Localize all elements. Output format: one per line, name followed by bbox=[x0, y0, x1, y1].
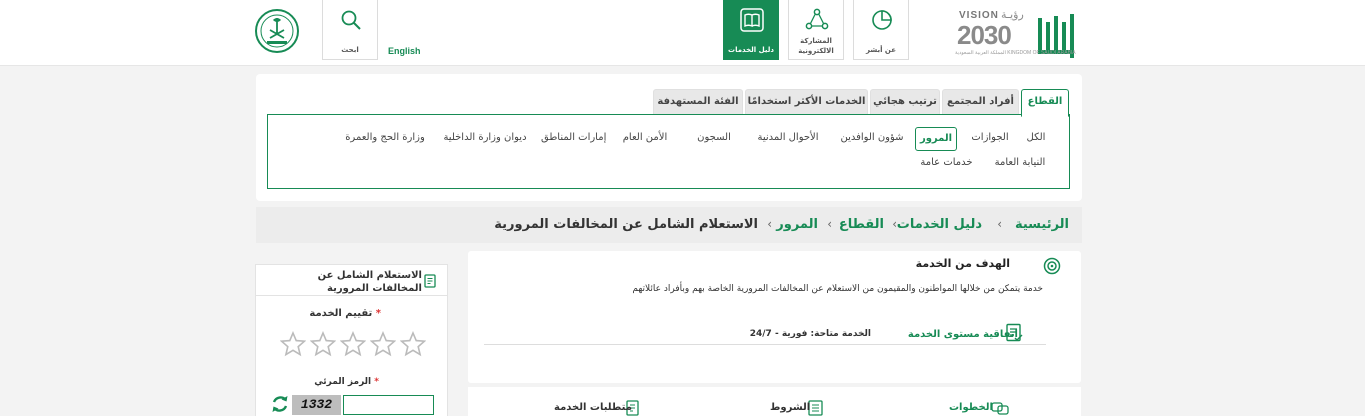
tab-target-group[interactable]: الفئة المستهدفة bbox=[653, 89, 743, 115]
sector-panel: القطاع أفراد المجتمع ترتيب هجائي الخدمات… bbox=[256, 74, 1082, 201]
tile-label: دليل الخدمات bbox=[728, 46, 774, 54]
chip-civil-affairs[interactable]: الأحوال المدنية bbox=[748, 127, 828, 151]
tab-community[interactable]: أفراد المجتمع bbox=[942, 89, 1019, 115]
about-absher-tile[interactable]: عن أبشر bbox=[853, 0, 909, 60]
service-info-card: الهدف من الخدمة خدمة يتمكن من خلالها الم… bbox=[468, 251, 1081, 383]
chip-all[interactable]: الكل bbox=[1021, 127, 1051, 151]
tab-alphabetical[interactable]: ترتيب هجائي bbox=[870, 89, 940, 115]
chip-moi-diwan[interactable]: ديوان وزارة الداخلية bbox=[440, 127, 530, 151]
star-rating bbox=[280, 331, 426, 357]
required-mark: * bbox=[374, 377, 379, 387]
captcha-image: 1332 bbox=[292, 395, 341, 415]
divider bbox=[484, 344, 1046, 345]
tab-sector[interactable]: القطاع bbox=[1021, 89, 1069, 117]
chip-traffic[interactable]: المرور bbox=[915, 127, 957, 151]
service-goal-description: خدمة يتمكن من خلالها المواطنون والمقيمون… bbox=[632, 284, 1043, 294]
star-icon[interactable] bbox=[310, 331, 336, 357]
chip-public-prosecution[interactable]: النيابة العامة bbox=[990, 152, 1050, 176]
chip-expatriates[interactable]: شؤون الوافدين bbox=[835, 127, 909, 151]
sla-label[interactable]: اتفاقية مستوى الخدمة bbox=[908, 329, 1018, 340]
tile-label: ابحث bbox=[341, 46, 359, 54]
search-tile[interactable]: ابحث bbox=[322, 0, 378, 60]
refresh-captcha-icon[interactable] bbox=[270, 393, 290, 415]
service-goal-title: الهدف من الخدمة bbox=[915, 257, 1010, 270]
captcha-input[interactable] bbox=[343, 395, 434, 415]
target-icon bbox=[1043, 257, 1061, 275]
breadcrumb-services-guide[interactable]: دليل الخدمات bbox=[897, 217, 982, 232]
e-participation-tile[interactable]: المشاركة الالكترونية bbox=[788, 0, 844, 60]
breadcrumb-separator: ‹ bbox=[827, 217, 832, 231]
chip-general-services[interactable]: خدمات عامة bbox=[919, 152, 974, 176]
vision-2030-logo: VISION رؤيـة 2030 المملكة العربية السعود… bbox=[955, 8, 1076, 56]
steps-icon bbox=[991, 402, 1009, 415]
services-guide-icon bbox=[740, 8, 764, 32]
about-icon bbox=[872, 10, 892, 30]
star-icon[interactable] bbox=[280, 331, 306, 357]
breadcrumb-sector[interactable]: القطاع bbox=[839, 217, 884, 232]
service-sections-row: متطلبات الخدمة الشروط الخطوات bbox=[468, 387, 1081, 416]
side-panel-title: الاستعلام الشامل عن المخالفات المرورية bbox=[317, 270, 422, 294]
star-icon[interactable] bbox=[400, 331, 426, 357]
document-icon bbox=[424, 274, 436, 288]
divider bbox=[256, 295, 447, 296]
site-header: VISION رؤيـة 2030 المملكة العربية السعود… bbox=[0, 0, 1365, 66]
search-icon bbox=[341, 10, 361, 30]
star-icon[interactable] bbox=[340, 331, 366, 357]
ministry-emblem-icon bbox=[254, 8, 300, 54]
star-icon[interactable] bbox=[370, 331, 396, 357]
chip-prisons[interactable]: السجون bbox=[696, 127, 732, 151]
rating-label: تقييم الخدمة * bbox=[309, 308, 381, 319]
breadcrumb-separator: ‹ bbox=[767, 217, 772, 231]
breadcrumb-home[interactable]: الرئيسية bbox=[1015, 217, 1069, 232]
captcha-label: الرمز المرئي * bbox=[314, 377, 379, 387]
service-rating-panel: الاستعلام الشامل عن المخالفات المرورية ت… bbox=[255, 264, 448, 416]
chip-hajj-umrah[interactable]: وزارة الحج والعمرة bbox=[340, 127, 430, 151]
tile-label: عن أبشر bbox=[865, 46, 897, 54]
services-guide-tile[interactable]: دليل الخدمات bbox=[723, 0, 779, 60]
e-participation-icon bbox=[805, 8, 829, 30]
sector-filter-box: الكل الجوازات المرور شؤون الوافدين الأحو… bbox=[267, 114, 1070, 189]
breadcrumb-current: الاستعلام الشامل عن المخالفات المرورية bbox=[494, 217, 758, 232]
breadcrumb-separator: ‹ bbox=[997, 217, 1002, 231]
language-switch-link[interactable]: English bbox=[388, 46, 421, 56]
chip-regions[interactable]: إمارات المناطق bbox=[541, 127, 606, 151]
section-steps[interactable]: الخطوات bbox=[949, 402, 993, 413]
service-availability: الخدمة متاحة: فورية - 24/7 bbox=[749, 329, 871, 339]
tab-most-used[interactable]: الخدمات الأكثر استخدامًا bbox=[745, 89, 868, 115]
chip-public-security[interactable]: الأمن العام bbox=[615, 127, 675, 151]
tile-label: المشاركة الالكترونية bbox=[798, 37, 834, 55]
breadcrumb: الرئيسية ‹ دليل الخدمات ‹ القطاع ‹ المرو… bbox=[256, 207, 1082, 243]
captcha-label-text: الرمز المرئي bbox=[314, 377, 372, 387]
chip-passports[interactable]: الجوازات bbox=[968, 127, 1012, 151]
section-conditions[interactable]: الشروط bbox=[770, 402, 810, 413]
rating-label-text: تقييم الخدمة bbox=[309, 308, 373, 319]
breadcrumb-separator: ‹ bbox=[892, 217, 897, 231]
required-mark: * bbox=[375, 308, 381, 319]
section-requirements[interactable]: متطلبات الخدمة bbox=[554, 402, 632, 413]
breadcrumb-traffic[interactable]: المرور bbox=[776, 217, 818, 232]
